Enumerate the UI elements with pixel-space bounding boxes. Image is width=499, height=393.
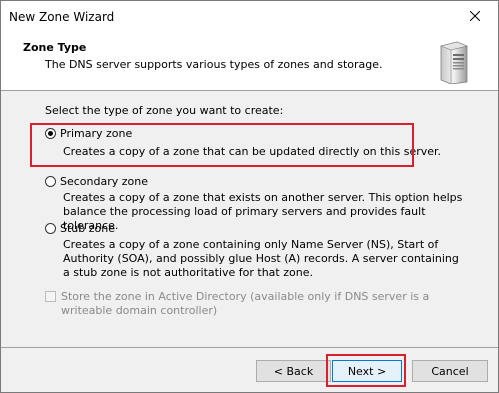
store-in-ad-label: Store the zone in Active Directory (avai… bbox=[61, 290, 430, 317]
cancel-button[interactable]: Cancel bbox=[412, 360, 488, 382]
store-in-ad-checkbox-row: Store the zone in Active Directory (avai… bbox=[45, 290, 461, 318]
stub-zone-label: Stub zone bbox=[60, 222, 115, 235]
store-in-ad-checkbox bbox=[45, 291, 56, 302]
page-title: Zone Type bbox=[23, 41, 87, 54]
server-icon bbox=[440, 41, 468, 84]
secondary-zone-description: Creates a copy of a zone that exists on … bbox=[63, 191, 463, 232]
close-button[interactable] bbox=[452, 1, 498, 31]
radio-secondary-zone[interactable]: Secondary zone bbox=[45, 175, 148, 188]
wizard-header: Zone Type The DNS server supports variou… bbox=[1, 31, 498, 91]
radio-button[interactable] bbox=[45, 176, 56, 187]
page-subtitle: The DNS server supports various types of… bbox=[45, 58, 383, 71]
footer-divider bbox=[1, 347, 498, 348]
radio-button[interactable] bbox=[45, 223, 56, 234]
window-title: New Zone Wizard bbox=[9, 10, 115, 24]
back-button[interactable]: < Back bbox=[256, 360, 331, 382]
zone-type-prompt: Select the type of zone you want to crea… bbox=[45, 104, 284, 117]
next-button-highlight bbox=[326, 354, 406, 387]
primary-zone-highlight bbox=[30, 123, 414, 167]
stub-zone-description: Creates a copy of a zone containing only… bbox=[63, 238, 459, 279]
radio-stub-zone[interactable]: Stub zone bbox=[45, 222, 115, 235]
title-bar: New Zone Wizard bbox=[1, 1, 498, 31]
wizard-window: New Zone Wizard Zone Type The DNS server… bbox=[0, 0, 499, 393]
close-icon bbox=[470, 11, 480, 21]
secondary-zone-label: Secondary zone bbox=[60, 175, 148, 188]
